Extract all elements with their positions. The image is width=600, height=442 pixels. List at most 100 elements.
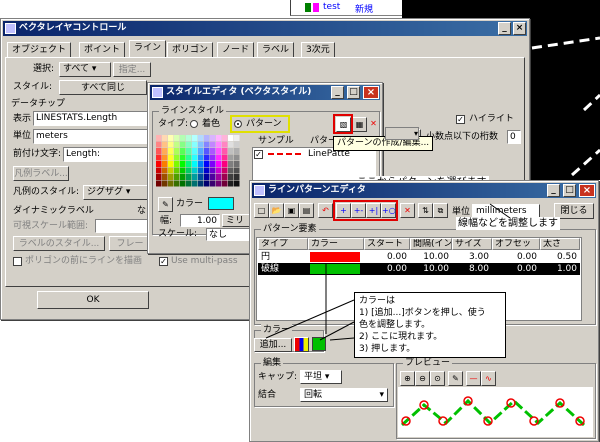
palette-swatch[interactable] <box>180 154 186 161</box>
palette-swatch[interactable] <box>156 154 162 161</box>
palette-swatch[interactable] <box>174 161 180 167</box>
dynamic-value[interactable]: な <box>137 205 146 217</box>
color-picker-icon[interactable]: ✎ <box>158 197 173 212</box>
tab-object[interactable]: オブジェクト <box>7 42 72 58</box>
close-button[interactable]: × <box>513 22 526 35</box>
palette-swatch[interactable] <box>228 180 234 187</box>
palette-swatch[interactable] <box>168 141 174 148</box>
palette-swatch[interactable] <box>156 135 162 141</box>
palette-swatch[interactable] <box>180 180 186 187</box>
palette-swatch[interactable] <box>222 161 228 167</box>
palette-swatch[interactable] <box>174 154 180 161</box>
palette-swatch[interactable] <box>168 154 174 161</box>
palette-swatch[interactable] <box>186 141 192 148</box>
palette-swatch[interactable] <box>210 135 216 141</box>
palette-swatch[interactable] <box>198 148 204 154</box>
scale-field[interactable]: なし <box>206 228 250 241</box>
width-unit-dropdown[interactable]: ミリ <box>222 214 250 227</box>
palette-swatch[interactable] <box>156 161 162 167</box>
palette-swatch[interactable] <box>168 161 174 167</box>
palette-swatch[interactable] <box>168 135 174 141</box>
palette-swatch[interactable] <box>198 174 204 180</box>
palette-swatch[interactable] <box>192 167 198 174</box>
layer-visibility-icon[interactable] <box>305 3 311 12</box>
palette-swatch[interactable] <box>222 174 228 180</box>
new-file-icon[interactable]: □ <box>254 203 269 218</box>
palette-swatch[interactable] <box>204 135 210 141</box>
palette-swatch[interactable] <box>210 167 216 174</box>
vector-middle-dropdown[interactable]: ▾ <box>385 127 419 140</box>
palette-swatch[interactable] <box>222 180 228 187</box>
palette-swatch[interactable] <box>216 174 222 180</box>
palette-swatch[interactable] <box>168 148 174 154</box>
palette-swatch[interactable] <box>228 167 234 174</box>
palette-swatch[interactable] <box>162 161 168 167</box>
palette-swatch[interactable] <box>234 161 240 167</box>
palette-swatch[interactable] <box>204 161 210 167</box>
select-dropdown[interactable]: すべて ▾ <box>59 62 111 77</box>
palette-swatch[interactable] <box>186 154 192 161</box>
palette-swatch[interactable] <box>174 135 180 141</box>
palette-swatch[interactable] <box>168 167 174 174</box>
width-field[interactable]: 1.00 <box>180 214 220 227</box>
title-bar[interactable]: ベクタレイヤコントロール _ × <box>3 21 527 36</box>
palette-swatch[interactable] <box>234 154 240 161</box>
cap-dropdown[interactable]: 平坦 ▾ <box>300 370 342 384</box>
units-field[interactable]: meters <box>33 129 151 144</box>
palette-swatch[interactable] <box>174 174 180 180</box>
palette-swatch[interactable] <box>222 141 228 148</box>
palette-swatch[interactable] <box>228 174 234 180</box>
zoom-in-icon[interactable]: ⊕ <box>400 371 415 386</box>
polygon-order-checkbox[interactable] <box>13 257 22 266</box>
palette-swatch[interactable] <box>228 161 234 167</box>
palette-swatch[interactable] <box>186 174 192 180</box>
palette-swatch[interactable] <box>174 141 180 148</box>
zoom-fit-icon[interactable]: ⊙ <box>430 371 445 386</box>
palette-swatch[interactable] <box>216 141 222 148</box>
palette-swatch[interactable] <box>186 167 192 174</box>
legend-style-dropdown[interactable]: ジグザグ ▾ <box>83 185 149 200</box>
copy-element-icon[interactable]: ⧉ <box>433 203 448 218</box>
palette-swatch[interactable] <box>222 154 228 161</box>
color-palette-grid[interactable] <box>156 135 240 189</box>
table-header-cell[interactable]: タイプ <box>258 238 308 250</box>
palette-swatch[interactable] <box>222 167 228 174</box>
palette-swatch[interactable] <box>156 148 162 154</box>
delete-element-icon[interactable]: ✕ <box>400 203 415 218</box>
palette-swatch[interactable] <box>198 167 204 174</box>
palette-swatch[interactable] <box>180 148 186 154</box>
save-as-icon[interactable]: ▤ <box>299 203 314 218</box>
save-icon[interactable]: ▣ <box>284 203 299 218</box>
layer-name[interactable]: test <box>323 2 340 12</box>
palette-swatch[interactable] <box>198 180 204 187</box>
palette-swatch[interactable] <box>156 180 162 187</box>
palette-swatch[interactable] <box>228 148 234 154</box>
tab-label[interactable]: ラベル <box>257 42 295 58</box>
palette-swatch[interactable] <box>228 154 234 161</box>
designate-button[interactable]: 指定... <box>113 62 151 77</box>
palette-swatch[interactable] <box>180 174 186 180</box>
palette-swatch[interactable] <box>174 180 180 187</box>
palette-swatch[interactable] <box>192 174 198 180</box>
table-header-cell[interactable]: カラー <box>308 238 364 250</box>
palette-swatch[interactable] <box>234 135 240 141</box>
tab-3d[interactable]: 3次元 <box>301 42 335 58</box>
style-editor-close-button[interactable]: × <box>363 86 379 99</box>
palette-swatch[interactable] <box>234 141 240 148</box>
palette-swatch[interactable] <box>234 148 240 154</box>
palette-swatch[interactable] <box>156 141 162 148</box>
table-header-cell[interactable]: スタート <box>364 238 410 250</box>
palette-swatch[interactable] <box>204 174 210 180</box>
palette-swatch[interactable] <box>180 135 186 141</box>
line-editor-title-bar[interactable]: ラインパターンエディタ _ □ × <box>252 183 596 198</box>
preview-color-icon[interactable]: ✎ <box>448 371 463 386</box>
palette-swatch[interactable] <box>162 154 168 161</box>
label-style-button[interactable]: ラベルのスタイル... <box>13 236 105 251</box>
palette-swatch[interactable] <box>234 174 240 180</box>
palette-swatch[interactable] <box>198 161 204 167</box>
palette-swatch[interactable] <box>180 161 186 167</box>
minimize-button[interactable]: _ <box>498 22 511 35</box>
tab-polygon[interactable]: ポリゴン <box>167 42 214 58</box>
palette-swatch[interactable] <box>210 154 216 161</box>
palette-swatch[interactable] <box>174 167 180 174</box>
